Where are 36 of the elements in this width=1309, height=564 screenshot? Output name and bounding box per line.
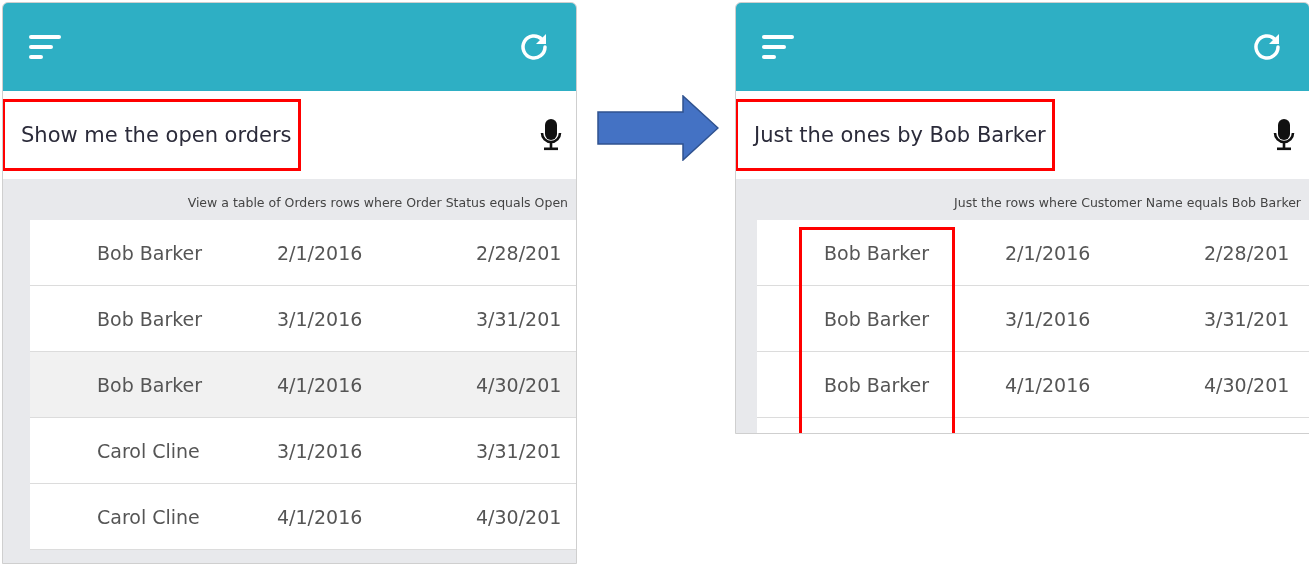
table-cell-text: 3/1/2016: [277, 307, 364, 330]
table-cell-text: Bob Barker: [97, 241, 204, 264]
table-cell-text: Bob Barker: [824, 241, 931, 264]
arrow-icon: [597, 95, 719, 161]
caption-text: Just the rows where Customer Name equals Bob Barker: [952, 194, 1302, 212]
query-text: Just the ones by Bob Barker: [754, 123, 1046, 147]
table-cell-text: 4/30/201: [476, 505, 563, 528]
table-cell-text: 3/31/201: [476, 439, 563, 462]
refresh-icon[interactable]: [1251, 31, 1283, 63]
table-cell-text: 4/1/2016: [277, 505, 364, 528]
table-cell-text: Bob Barker: [824, 373, 931, 396]
menu-icon[interactable]: [29, 35, 61, 59]
table-cell-text: Bob Barker: [97, 373, 204, 396]
table-cell-text: 4/30/201: [1204, 373, 1291, 396]
table-row[interactable]: Bob Barker 4/1/2016 4/30/201: [30, 352, 576, 418]
table-cell-text: 3/1/2016: [1005, 307, 1092, 330]
table-cell-text: 3/31/201: [476, 307, 563, 330]
table-cell-text: 2/28/201: [1204, 241, 1291, 264]
table-cell-text: Carol Cline: [97, 505, 201, 528]
table-cell-text: 4/30/201: [476, 373, 563, 396]
table-cell-text: 3/31/201: [1204, 307, 1291, 330]
caption-text: View a table of Orders rows where Order Status equals Open: [186, 194, 569, 212]
table-cell-text: 4/1/2016: [277, 373, 364, 396]
table-cell-text: Bob Barker: [824, 307, 931, 330]
table-cell-text: 4/1/2016: [1005, 373, 1092, 396]
table-cell-text: 2/1/2016: [1005, 241, 1092, 264]
table-cell-text: Bob Barker: [97, 307, 204, 330]
microphone-icon[interactable]: [540, 119, 562, 151]
refresh-icon[interactable]: [518, 31, 550, 63]
menu-icon[interactable]: [762, 35, 794, 59]
table-cell-text: 2/1/2016: [277, 241, 364, 264]
query-text: Show me the open orders: [21, 123, 292, 147]
table-cell-text: 2/28/201: [476, 241, 563, 264]
table-cell-text: 3/1/2016: [277, 439, 364, 462]
microphone-icon[interactable]: [1273, 119, 1295, 151]
table-cell-text: Carol Cline: [97, 439, 201, 462]
